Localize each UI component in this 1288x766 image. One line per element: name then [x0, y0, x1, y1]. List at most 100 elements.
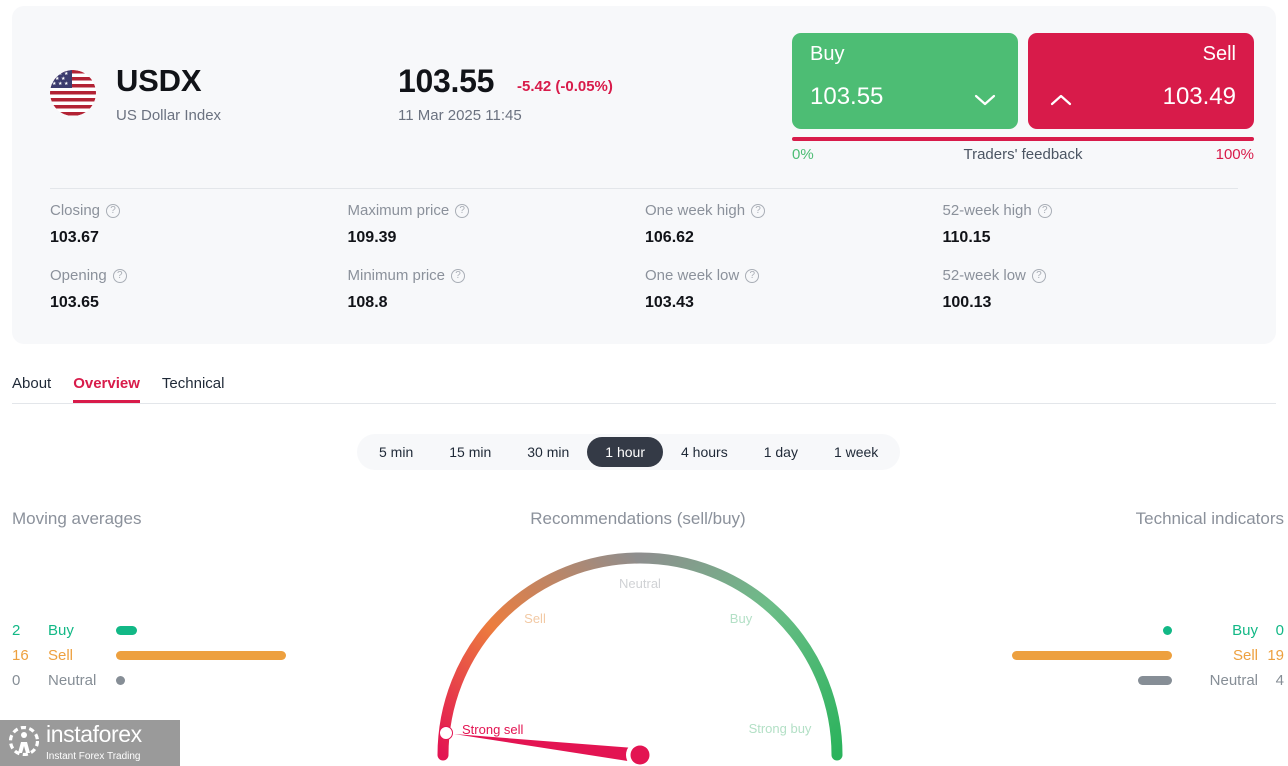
stat-value: 109.39	[347, 229, 397, 246]
watermark-tagline: Instant Forex Trading	[46, 751, 141, 762]
ti-count-neutral: 4	[1275, 672, 1284, 689]
gauge-endpoint-marker	[439, 726, 453, 740]
stat-label: Opening?	[50, 267, 348, 284]
stat-label-text: 52-week low	[942, 267, 1026, 284]
stat-label: Maximum price?	[348, 202, 646, 219]
moving-averages-row: 16 Sell	[12, 643, 312, 668]
help-icon[interactable]: ?	[112, 268, 127, 283]
moving-averages-chart: 2 Buy 16 Sell 0 Neutral	[12, 618, 312, 693]
svg-text:★: ★	[64, 81, 69, 87]
timeframe-1-week[interactable]: 1 week	[816, 437, 896, 467]
help-icon[interactable]: ?	[1037, 203, 1052, 218]
ma-count-sell: 16	[12, 647, 29, 664]
stat-label-text: Opening	[50, 267, 107, 284]
us-flag-icon: ★ ★ ★ ★ ★ ★ ★ ★	[50, 70, 96, 116]
timeframe-15-min[interactable]: 15 min	[431, 437, 509, 467]
instrument-full-name: US Dollar Index	[116, 107, 222, 124]
timeframe-1-hour[interactable]: 1 hour	[587, 437, 663, 467]
gauge-label-neutral: Neutral	[619, 576, 661, 591]
tab-bar: About Overview Technical	[12, 373, 224, 403]
help-icon[interactable]: ?	[1031, 268, 1046, 283]
svg-text:★: ★	[52, 71, 57, 77]
svg-text:★: ★	[52, 81, 57, 87]
timeframe-1-day[interactable]: 1 day	[746, 437, 816, 467]
stat-value: 108.8	[347, 294, 388, 311]
stat-cell: Closing? 103.67	[50, 202, 348, 267]
sell-label: Sell	[1202, 43, 1236, 65]
gauge-label-strong-sell: Strong sell	[462, 722, 524, 737]
ma-bar-buy	[116, 626, 137, 635]
help-icon[interactable]: ?	[106, 203, 121, 218]
stat-cell: Maximum price? 109.39	[348, 202, 646, 267]
moving-averages-row: 2 Buy	[12, 618, 312, 643]
traders-feedback-bar	[792, 137, 1254, 141]
quote-card: ★ ★ ★ ★ ★ ★ ★ ★ USDX US Dollar Index 103.55 -…	[12, 6, 1276, 344]
tab-about[interactable]: About	[12, 375, 51, 403]
instaforex-logo-icon	[8, 725, 40, 761]
timeframe-30-min[interactable]: 30 min	[509, 437, 587, 467]
stats-grid: Closing? 103.67 Maximum price? 109.39 One we…	[50, 202, 1240, 332]
stat-label: One week high?	[645, 202, 943, 219]
ma-bar-cell	[116, 651, 312, 660]
quote-header: ★ ★ ★ ★ ★ ★ ★ ★ USDX US Dollar Index 103.55 -…	[12, 6, 1276, 176]
ma-count-neutral: 0	[12, 672, 21, 689]
instrument-symbol: USDX	[116, 63, 202, 98]
ti-bar-cell	[984, 651, 1184, 660]
stat-label-text: One week high	[645, 202, 746, 219]
technical-indicators-row: Buy 0	[984, 618, 1284, 643]
ti-bar-cell	[984, 676, 1184, 685]
timeframe-5-min[interactable]: 5 min	[361, 437, 431, 467]
stat-label-text: Closing	[50, 202, 101, 219]
tab-overview[interactable]: Overview	[73, 375, 140, 403]
timeframe-selector: 5 min 15 min 30 min 1 hour 4 hours 1 day 1 wee…	[357, 434, 901, 470]
page-root: ★ ★ ★ ★ ★ ★ ★ ★ USDX US Dollar Index 103.55 -…	[0, 0, 1288, 766]
help-icon[interactable]: ?	[751, 203, 766, 218]
ma-bar-sell	[116, 651, 286, 660]
tab-technical[interactable]: Technical	[162, 375, 225, 403]
svg-text:★: ★	[58, 81, 63, 87]
help-icon[interactable]: ?	[451, 268, 466, 283]
watermark-brand: instaforex	[46, 721, 142, 748]
price-change: -5.42 (-0.05%)	[517, 78, 613, 95]
help-icon[interactable]: ?	[455, 203, 470, 218]
feedback-label: Traders' feedback	[963, 146, 1083, 163]
stat-value: 103.67	[50, 229, 99, 246]
buy-button[interactable]: Buy 103.55	[792, 33, 1018, 129]
technical-indicators-title: Technical indicators	[1135, 509, 1284, 528]
stat-value: 103.43	[645, 294, 694, 311]
ti-count-sell: 19	[1267, 647, 1284, 664]
stat-value: 106.62	[645, 229, 694, 246]
ti-bar-sell	[1012, 651, 1172, 660]
ti-bar-buy	[1163, 626, 1172, 635]
stat-cell: Opening? 103.65	[50, 267, 348, 332]
recommendations-title: Recommendations (sell/buy)	[530, 509, 746, 528]
ti-label-neutral: Neutral	[1209, 672, 1258, 689]
current-price: 103.55	[398, 63, 495, 99]
technical-indicators-row: Sell 19	[984, 643, 1284, 668]
technical-indicators-chart: Buy 0 Sell 19 Neutral 4	[984, 618, 1284, 693]
stat-label: 52-week high?	[943, 202, 1241, 219]
ma-label-sell: Sell	[48, 647, 74, 664]
stat-label-text: Minimum price	[347, 267, 446, 284]
stat-cell: One week low? 103.43	[645, 267, 943, 332]
stat-cell: One week high? 106.62	[645, 202, 943, 267]
stat-value: 103.65	[50, 294, 99, 311]
stat-label-text: One week low	[645, 267, 740, 284]
help-icon[interactable]: ?	[745, 268, 760, 283]
ti-count-buy: 0	[1275, 622, 1284, 639]
stat-label-text: Maximum price	[347, 202, 450, 219]
buy-label: Buy	[810, 43, 845, 65]
stat-label: Minimum price?	[348, 267, 646, 284]
gauge-hub	[630, 745, 650, 765]
recommendations-gauge: Sell Neutral Buy Strong buy Strong sell	[420, 540, 860, 766]
stat-label: 52-week low?	[943, 267, 1241, 284]
sell-button[interactable]: Sell 103.49	[1028, 33, 1254, 129]
card-divider	[50, 188, 1238, 189]
gauge-needle	[454, 734, 634, 762]
ti-bar-cell	[984, 626, 1184, 635]
trade-panel: Buy 103.55 Sell 103.49 0% Traders' feedb…	[792, 33, 1254, 163]
stat-label: One week low?	[645, 267, 943, 284]
timeframe-4-hours[interactable]: 4 hours	[663, 437, 746, 467]
ma-count-buy: 2	[12, 622, 21, 639]
chevron-up-icon	[1046, 91, 1076, 109]
